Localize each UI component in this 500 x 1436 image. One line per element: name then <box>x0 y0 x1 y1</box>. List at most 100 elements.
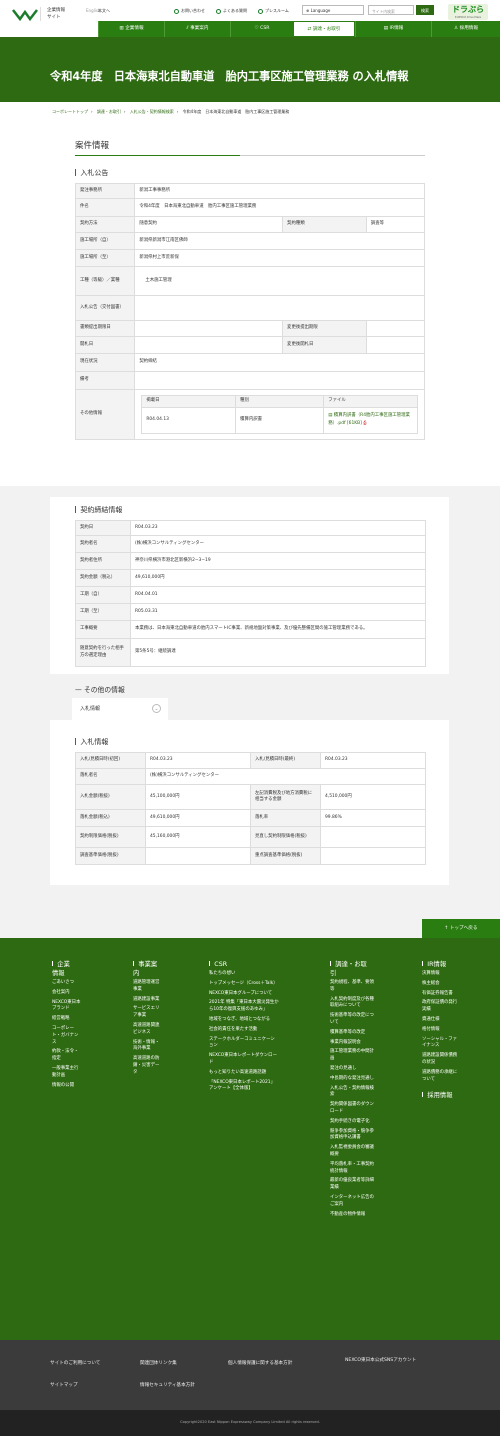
file-link[interactable]: ▤ 積算内訳書（R4胎内工事区施工管理業務）.pdf [61KB] ⎙ <box>323 406 418 434</box>
footer-link[interactable]: 中長期的な発注見通し <box>330 1076 376 1083</box>
footer-link-privacy[interactable]: 個人情報保護に関する基本方針 <box>228 1360 292 1366</box>
nav-ir[interactable]: ▤ IR情報 <box>355 21 431 37</box>
footer-link[interactable]: コーポレート・ガバナンス <box>52 1026 82 1046</box>
nav-corporate[interactable]: ▥ 企業情報 <box>98 21 164 37</box>
cell-key: 随意契約を行った相手方の選定理由 <box>75 638 131 667</box>
cell-key: 備考 <box>74 371 136 390</box>
footer-link[interactable]: 最新の優良業者等詳細業績 <box>330 1178 376 1192</box>
footer-link[interactable]: 入札監視委員会の審議概要 <box>330 1145 376 1159</box>
footer-link[interactable]: 入札契約制度及び各種取組みについて <box>330 997 376 1011</box>
footer-link[interactable]: 「NEXCO東日本レポート2021」アンケート【全体版】 <box>209 1080 279 1094</box>
skip-link[interactable]: 本文へ <box>98 8 110 14</box>
footer-link[interactable]: サービスエリア事業 <box>133 1006 163 1020</box>
contact-link[interactable]: お問い合わせ <box>174 8 205 14</box>
footer-link[interactable]: NEXCO東日本ブランド <box>52 1000 82 1014</box>
breadcrumb-search[interactable]: 入札公告・契約情報検索 <box>130 109 174 114</box>
nav-business[interactable]: ⫽ 事業案内 <box>164 21 230 37</box>
nav-procurement[interactable]: ⇄ 調達・お取引 <box>293 21 355 37</box>
press-link[interactable]: プレスルーム <box>258 8 289 14</box>
footer-link[interactable]: 競争参加資格・競争参加資格申込講書 <box>330 1129 376 1143</box>
chevron-down-icon[interactable]: ⌄ <box>152 704 161 713</box>
cell-key: 契約方法 <box>74 216 136 233</box>
footer-link-security[interactable]: 情報セキュリティ基本方針 <box>140 1382 195 1388</box>
footer-link[interactable]: 不動産の物件情報 <box>330 1212 376 1219</box>
footer-heading[interactable]: 企業 情報 <box>52 960 82 978</box>
breadcrumb-top[interactable]: コーポレートトップ <box>52 109 88 114</box>
cell-key: 開札日 <box>74 336 136 354</box>
footer-heading[interactable]: 事業案内 <box>133 960 163 978</box>
contact-label: お問い合わせ <box>181 8 205 13</box>
footer-link[interactable]: 一般事業主行動計画 <box>52 1066 82 1080</box>
footer-heading[interactable]: 調達・お取引 <box>330 960 376 978</box>
cell-value: 45,100,000円 <box>145 784 251 810</box>
footer-link-sitemap[interactable]: サイトマップ <box>50 1382 78 1388</box>
footer-link[interactable]: 契約規程、基準、要領等 <box>330 980 376 994</box>
footer-link[interactable]: 高速道路関連ビジネス <box>133 1023 163 1037</box>
footer-link[interactable]: 株主総会 <box>422 981 458 988</box>
cell-key: 左記消費税及び地方消費税に相当する金額 <box>250 784 321 810</box>
footer-link[interactable]: 事業内報説明会 <box>330 1040 376 1047</box>
footer-link[interactable]: インターネット広告のご案内 <box>330 1195 376 1209</box>
footer-link[interactable]: 道路建設関係債務の状況 <box>422 1053 458 1067</box>
footer-link-terms[interactable]: サイトのご利用について <box>50 1360 100 1366</box>
nav-recruit[interactable]: ♙ 採用情報 <box>431 21 500 37</box>
table-row: 備考 <box>74 371 425 390</box>
footer-link-sns[interactable]: NEXCO東日本公式SNSアカウント <box>345 1357 416 1363</box>
nav-spacer <box>0 21 98 37</box>
footer-link[interactable]: 会社案内 <box>52 990 82 997</box>
footer-link[interactable]: 高速道路の防錆・災害データ <box>133 1056 163 1076</box>
footer-link[interactable]: 道路債務の承継について <box>422 1070 458 1084</box>
nav-csr[interactable]: ♡ CSR <box>230 21 293 37</box>
footer-link[interactable]: 決算情報 <box>422 971 458 978</box>
footer-link[interactable]: 道路建設事業 <box>133 997 163 1004</box>
table-row: 開札日 変更後開札日 <box>74 336 426 354</box>
table-row: 落札者名 (株)横浜コンサルティングセンター <box>75 768 426 785</box>
announce-heading: 入札公告 <box>75 168 108 178</box>
footer-link[interactable]: NEXCO東日本グループについて <box>209 991 279 998</box>
cell-key: 変更後開札日 <box>282 336 367 354</box>
table-row: 発注事務所 新潟工事事務所 <box>74 183 425 199</box>
footer-link[interactable]: 技術・情報・海外事業 <box>133 1040 163 1054</box>
footer-link[interactable]: NEXCO東日本レポートダウンロード <box>209 1053 279 1067</box>
footer-recruit-heading[interactable]: 採用情報 <box>422 1091 458 1100</box>
footer-link[interactable]: 2021年 特集「東日本大震災発生から10年の復興支援のあゆみ」 <box>209 1000 279 1014</box>
drapura-banner[interactable]: ドラぷら E-NEXCO Drive Plaza <box>448 4 488 20</box>
footer-link[interactable]: 契約手続きの電子化 <box>330 1119 376 1126</box>
footer-link[interactable]: 私たちの想い <box>209 971 279 978</box>
breadcrumb-procurement[interactable]: 調達・お取引 <box>97 109 121 114</box>
footer-link[interactable]: 資通仕様 <box>422 1017 458 1024</box>
footer-link[interactable]: 入札公告・契約情報検索 <box>330 1086 376 1100</box>
footer-link[interactable]: 政府保証債の発行実績 <box>422 1000 458 1014</box>
footer-heading[interactable]: IR情報 <box>422 960 458 969</box>
footer-link[interactable]: トップメッセージ（Cross＋Talk） <box>209 981 279 988</box>
footer-heading-part: 内 <box>133 970 140 977</box>
footer-link[interactable]: 約款・法令・指定 <box>52 1049 82 1063</box>
footer-link[interactable]: ソーシャル・ファイナンス <box>422 1037 458 1051</box>
footer-link[interactable]: ステークホルダーコミュニケーション <box>209 1037 279 1051</box>
footer-link[interactable]: 平均落札率・工事契約統計情報 <box>330 1162 376 1176</box>
cell-key: 入札/見積日時(最終) <box>250 752 321 769</box>
footer-link[interactable]: 積算基準等の改定 <box>330 1030 376 1037</box>
footer-link[interactable]: 格付情報 <box>422 1027 458 1034</box>
search-input[interactable]: サイト内検索 <box>368 5 414 15</box>
language-select[interactable]: ⊕ Language <box>302 5 364 15</box>
footer-link[interactable]: 技術基準等の改定について <box>330 1013 376 1027</box>
faq-link[interactable]: よくある質問 <box>216 8 247 14</box>
footer-link[interactable]: 施工管理業務の中間計画 <box>330 1049 376 1063</box>
footer-link[interactable]: 経営戦略 <box>52 1016 82 1023</box>
footer-link[interactable]: 情報の公開 <box>52 1083 82 1090</box>
footer-link[interactable]: 契約関係図書のダウンロード <box>330 1102 376 1116</box>
footer-link[interactable]: 道路管理運営事業 <box>133 980 163 994</box>
back-to-top-button[interactable]: ↑ トップへ戻る <box>422 919 500 938</box>
cell-key: 契約日 <box>75 520 131 536</box>
footer-link[interactable]: 地域をつなぎ、地域とつながる <box>209 1017 279 1024</box>
footer-link[interactable]: ごあいさつ <box>52 980 82 987</box>
footer-link[interactable]: 有価証券報告書 <box>422 991 458 998</box>
cell-value: (株)横浜コンサルティングセンター <box>145 768 426 785</box>
footer-link[interactable]: 発注の見通し <box>330 1066 376 1073</box>
footer-link[interactable]: もっと知りたい高速道路話題 <box>209 1070 279 1077</box>
footer-link[interactable]: 社会的責任を果たす活動 <box>209 1027 279 1034</box>
search-button[interactable]: 検索 <box>416 5 434 15</box>
footer-link-related[interactable]: 関連団体リンク集 <box>140 1360 177 1366</box>
footer-heading[interactable]: CSR <box>209 960 279 969</box>
